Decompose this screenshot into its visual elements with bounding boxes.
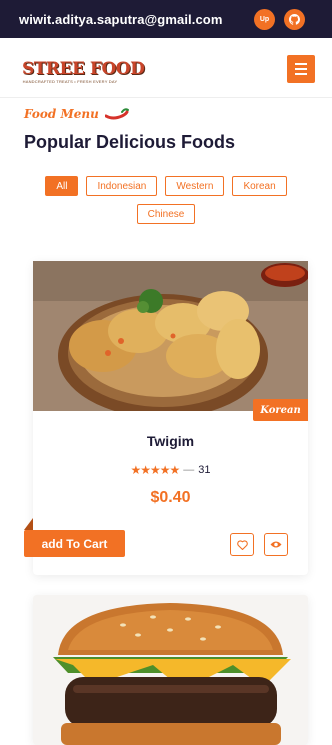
product-rating: ★★★★★ — 31 bbox=[33, 463, 308, 477]
product-price: $0.40 bbox=[150, 489, 191, 506]
rating-stars: ★★★★★ bbox=[130, 463, 180, 477]
product-card bbox=[33, 595, 308, 745]
burger-image bbox=[33, 595, 308, 745]
section-subtitle-row: Food Menu bbox=[24, 107, 129, 121]
heart-icon bbox=[236, 539, 248, 550]
wishlist-button[interactable] bbox=[230, 533, 254, 556]
logo-tagline: HANDCRAFTED TREATS • FRESH EVERY DAY bbox=[22, 79, 118, 84]
add-to-cart-button[interactable]: add To Cart bbox=[24, 530, 125, 557]
scroll-up-button[interactable]: Up bbox=[254, 9, 275, 30]
hamburger-menu-button[interactable] bbox=[287, 55, 315, 83]
filter-all[interactable]: All bbox=[45, 176, 79, 196]
filter-indonesian[interactable]: Indonesian bbox=[86, 176, 158, 196]
filter-chinese[interactable]: Chinese bbox=[136, 204, 196, 224]
github-icon bbox=[289, 14, 300, 25]
quick-view-button[interactable] bbox=[264, 533, 288, 556]
navbar: STREE FOOD HANDCRAFTED TREATS • FRESH EV… bbox=[0, 38, 332, 98]
product-image[interactable] bbox=[33, 261, 308, 411]
logo-text: STREE FOOD bbox=[22, 59, 145, 79]
category-badge: Korean bbox=[253, 399, 308, 421]
rating-count: 31 bbox=[198, 464, 211, 476]
category-filters: All Indonesian Western Korean Chinese bbox=[0, 176, 332, 224]
cart-ribbon-fold bbox=[24, 518, 33, 530]
chili-icon bbox=[104, 108, 129, 120]
product-image[interactable] bbox=[33, 595, 308, 745]
product-card: Korean Twigim ★★★★★ — 31 $0.40 add To Ca… bbox=[24, 261, 308, 575]
filter-korean[interactable]: Korean bbox=[232, 176, 287, 196]
eye-icon bbox=[270, 541, 282, 548]
hamburger-menu-icon bbox=[295, 63, 307, 65]
section-title: Popular Delicious Foods bbox=[24, 132, 236, 152]
github-button[interactable] bbox=[284, 9, 305, 30]
twigim-image bbox=[33, 261, 308, 411]
section-subtitle: Food Menu bbox=[24, 107, 99, 121]
product-name[interactable]: Twigim bbox=[33, 433, 308, 449]
up-label: Up bbox=[259, 16, 270, 23]
site-logo[interactable]: STREE FOOD HANDCRAFTED TREATS • FRESH EV… bbox=[22, 58, 145, 84]
top-bar: wiwit.aditya.saputra@gmail.com Up bbox=[0, 0, 332, 38]
filter-western[interactable]: Western bbox=[165, 176, 225, 196]
rating-separator: — bbox=[183, 464, 195, 476]
user-email: wiwit.aditya.saputra@gmail.com bbox=[19, 11, 223, 27]
